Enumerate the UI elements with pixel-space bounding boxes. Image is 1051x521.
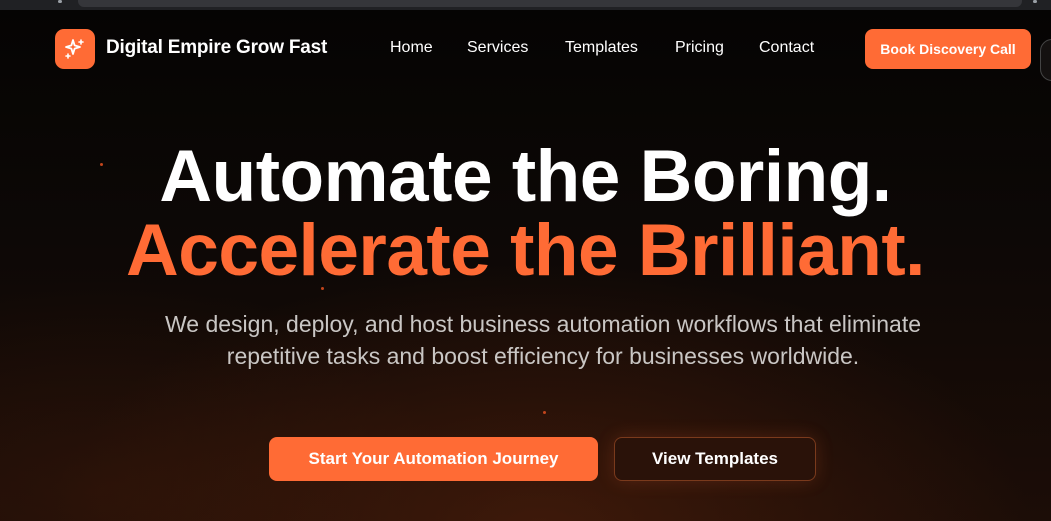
- start-automation-journey-button[interactable]: Start Your Automation Journey: [269, 437, 598, 481]
- nav-link-templates[interactable]: Templates: [565, 39, 638, 57]
- logo[interactable]: [55, 29, 95, 69]
- nav-link-contact[interactable]: Contact: [759, 39, 814, 57]
- view-templates-button[interactable]: View Templates: [614, 437, 816, 481]
- headline-line-2: Accelerate the Brilliant.: [126, 210, 925, 291]
- book-discovery-call-button[interactable]: Book Discovery Call: [865, 29, 1031, 69]
- hero-headline: Automate the Boring. Accelerate the Bril…: [0, 140, 1051, 288]
- theme-toggle-button[interactable]: [1040, 39, 1051, 81]
- brand-name[interactable]: Digital Empire Grow Fast: [106, 37, 327, 59]
- nav-link-pricing[interactable]: Pricing: [675, 39, 724, 57]
- top-navigation: Digital Empire Grow Fast Home Services T…: [0, 10, 1051, 86]
- headline-line-1: Automate the Boring.: [159, 136, 892, 217]
- nav-link-home[interactable]: Home: [390, 39, 433, 57]
- address-bar[interactable]: [78, 0, 1022, 7]
- menu-icon[interactable]: [1033, 0, 1037, 3]
- decorative-particle: [543, 411, 546, 414]
- browser-chrome-strip: [0, 0, 1051, 10]
- info-icon: [58, 0, 62, 3]
- landing-page: Digital Empire Grow Fast Home Services T…: [0, 10, 1051, 521]
- hero-subtitle: We design, deploy, and host business aut…: [165, 311, 922, 369]
- sparkles-icon: [65, 39, 84, 59]
- nav-link-services[interactable]: Services: [467, 39, 528, 57]
